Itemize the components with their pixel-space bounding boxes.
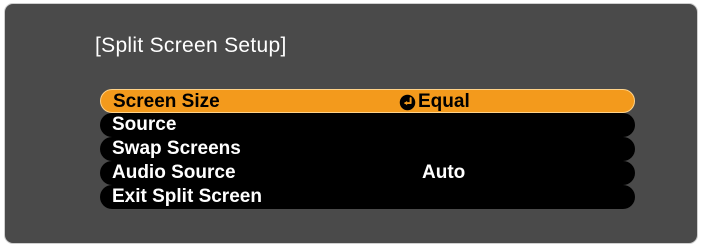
- menu-item-label: Source: [112, 114, 177, 135]
- split-screen-setup-panel: [Split Screen Setup] Screen Size Equal S…: [4, 3, 698, 244]
- menu-item-screen-size[interactable]: Screen Size Equal: [100, 89, 635, 113]
- split-screen-menu: Screen Size Equal Source Swap Screens Au…: [100, 89, 635, 209]
- enter-icon: [399, 94, 416, 110]
- menu-item-label: Screen Size: [113, 91, 220, 112]
- menu-item-label: Audio Source: [112, 162, 236, 183]
- menu-item-label: Swap Screens: [112, 138, 241, 159]
- menu-item-label: Exit Split Screen: [112, 186, 262, 207]
- menu-item-source[interactable]: Source: [100, 113, 635, 137]
- screen-size-value-text: Equal: [418, 91, 470, 112]
- screen-size-value[interactable]: Equal: [399, 91, 470, 113]
- menu-item-swap-screens[interactable]: Swap Screens: [100, 137, 635, 161]
- menu-title: [Split Screen Setup]: [95, 34, 287, 57]
- audio-source-value[interactable]: Auto: [398, 162, 465, 184]
- menu-item-audio-source[interactable]: Audio Source Auto: [100, 161, 635, 185]
- menu-item-exit-split-screen[interactable]: Exit Split Screen: [100, 185, 635, 209]
